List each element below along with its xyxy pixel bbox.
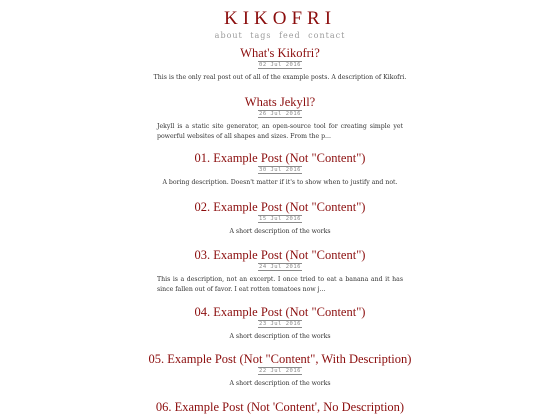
post-title-link[interactable]: 02. Example Post (Not "Content") xyxy=(0,200,560,215)
site-title[interactable]: KIKOFRI xyxy=(0,8,560,30)
post-date-text: 02 Jul 2016 xyxy=(258,61,302,69)
post-date: 30 Jul 2016 xyxy=(0,166,560,174)
post-title-link[interactable]: 05. Example Post (Not "Content", With De… xyxy=(0,352,560,367)
post-item: 03. Example Post (Not "Content") 24 Jul … xyxy=(0,248,560,295)
post-date: 02 Jul 2016 xyxy=(0,61,560,69)
post-date-text: 26 Jul 2016 xyxy=(258,110,302,118)
post-description: Jekyll is a static site generator, an op… xyxy=(157,123,403,140)
main-nav: about tags feed contact xyxy=(0,30,560,41)
post-date-text: 22 Jul 2016 xyxy=(258,367,302,375)
post-item: 06. Example Post (Not 'Content', No Desc… xyxy=(0,400,560,415)
post-date: 15 Jul 2016 xyxy=(0,215,560,223)
post-date: 24 Jul 2016 xyxy=(0,263,560,271)
post-description: A boring description. Doesn't matter if … xyxy=(162,179,398,186)
post-title-link[interactable]: 06. Example Post (Not 'Content', No Desc… xyxy=(0,400,560,415)
post-item: What's Kikofri? 02 Jul 2016 This is the … xyxy=(0,46,560,83)
nav-about-link[interactable]: about xyxy=(215,31,243,40)
post-date-text: 24 Jul 2016 xyxy=(258,263,302,271)
post-date-text: 23 Jul 2016 xyxy=(258,320,302,328)
post-description: A short description of the works xyxy=(229,380,331,387)
post-title-link[interactable]: What's Kikofri? xyxy=(0,46,560,61)
page: KIKOFRI about tags feed contact xyxy=(0,0,560,41)
post-date-text: 15 Jul 2016 xyxy=(258,215,302,223)
post-date: 22 Jul 2016 xyxy=(0,367,560,375)
post-item: 02. Example Post (Not "Content") 15 Jul … xyxy=(0,200,560,237)
post-title-link[interactable]: 04. Example Post (Not "Content") xyxy=(0,305,560,320)
masthead: KIKOFRI about tags feed contact xyxy=(0,8,560,41)
post-item: 04. Example Post (Not "Content") 23 Jul … xyxy=(0,305,560,342)
nav-feed-link[interactable]: feed xyxy=(279,31,301,40)
nav-contact-link[interactable]: contact xyxy=(308,31,345,40)
post-item: 01. Example Post (Not "Content") 30 Jul … xyxy=(0,151,560,188)
post-date-text: 30 Jul 2016 xyxy=(258,166,302,174)
post-title-link[interactable]: Whats Jekyll? xyxy=(0,95,560,110)
post-date: 26 Jul 2016 xyxy=(0,110,560,118)
post-title-link[interactable]: 01. Example Post (Not "Content") xyxy=(0,151,560,166)
post-date: 23 Jul 2016 xyxy=(0,320,560,328)
post-title-link[interactable]: 03. Example Post (Not "Content") xyxy=(0,248,560,263)
post-description: A short description of the works xyxy=(229,333,331,340)
post-item: 05. Example Post (Not "Content", With De… xyxy=(0,352,560,389)
post-description: This is a description, not an excerpt. I… xyxy=(157,276,403,293)
post-item: Whats Jekyll? 26 Jul 2016 Jekyll is a st… xyxy=(0,95,560,142)
post-description: A short description of the works xyxy=(229,228,331,235)
nav-tags-link[interactable]: tags xyxy=(250,31,271,40)
post-description: This is the only real post out of all of… xyxy=(153,74,407,81)
